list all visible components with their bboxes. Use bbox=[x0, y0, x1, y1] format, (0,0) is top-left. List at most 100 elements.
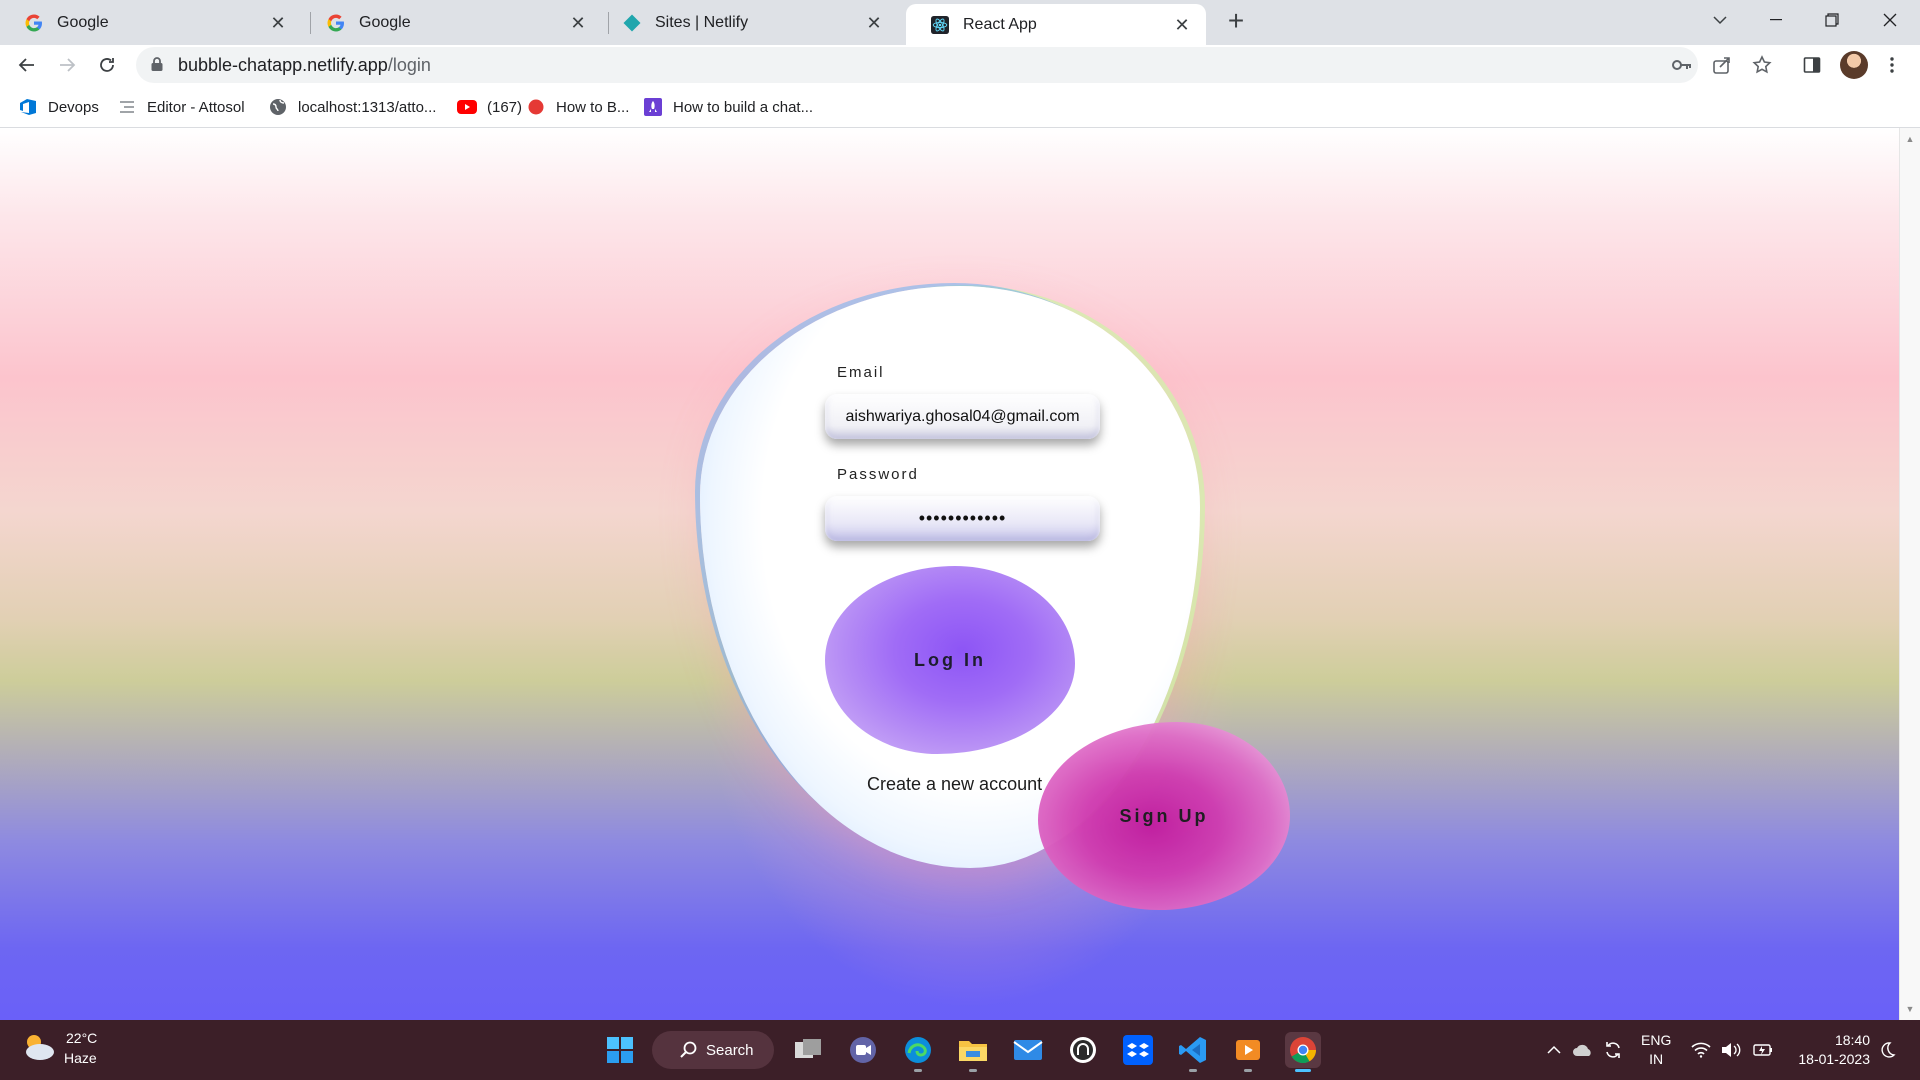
close-icon[interactable]: ✕ bbox=[864, 13, 884, 33]
windows-start-icon[interactable] bbox=[602, 1032, 638, 1068]
browser-toolbar: bubble-chatapp.netlify.app/login bbox=[0, 45, 1920, 85]
bookmark-star-icon[interactable] bbox=[1750, 53, 1774, 77]
weather-condition: Haze bbox=[64, 1050, 97, 1066]
windows-taskbar: 22°C Haze Search ENG IN 18:40 18-01-2023 bbox=[0, 1020, 1920, 1080]
close-icon[interactable]: ✕ bbox=[568, 13, 588, 33]
lang-top: ENG bbox=[1641, 1032, 1672, 1048]
close-icon[interactable]: ✕ bbox=[268, 13, 288, 33]
bookmark-label: localhost:1313/atto... bbox=[298, 98, 437, 116]
clock-time: 18:40 bbox=[1834, 1032, 1870, 1048]
weather-widget[interactable]: 22°C Haze bbox=[20, 1030, 97, 1066]
url-text: bubble-chatapp.netlify.app/login bbox=[178, 55, 431, 76]
tab-react-app[interactable]: React App ✕ bbox=[906, 4, 1206, 45]
bookmark-label: (167) bbox=[487, 98, 523, 116]
close-icon[interactable]: ✕ bbox=[1172, 15, 1192, 35]
more-menu-icon[interactable] bbox=[1880, 53, 1904, 77]
bookmark-label: How to B... bbox=[556, 98, 630, 116]
signup-button-label: Sign Up bbox=[1119, 805, 1209, 826]
file-explorer-icon[interactable] bbox=[955, 1032, 991, 1072]
tab-google-1[interactable]: Google ✕ bbox=[0, 0, 302, 45]
create-account-link[interactable]: Create a new account bbox=[867, 774, 1042, 795]
tab-title: Google bbox=[57, 13, 109, 31]
running-indicator bbox=[1189, 1069, 1197, 1072]
side-panel-icon[interactable] bbox=[1800, 53, 1824, 77]
clock[interactable]: 18:40 18-01-2023 bbox=[1790, 1031, 1870, 1069]
battery-icon[interactable] bbox=[1752, 1039, 1774, 1061]
running-indicator bbox=[969, 1069, 977, 1072]
globe-icon bbox=[268, 97, 288, 117]
lock-icon[interactable] bbox=[150, 56, 164, 77]
bookmarks-bar: Devops Editor - Attosol localhost:1313/a… bbox=[0, 85, 1920, 128]
media-player-icon[interactable] bbox=[1230, 1032, 1266, 1072]
bookmark-localhost[interactable]: localhost:1313/atto... bbox=[268, 95, 436, 119]
bookmark-devops[interactable]: Devops bbox=[18, 95, 99, 119]
scroll-down-icon[interactable]: ▼ bbox=[1905, 1004, 1915, 1014]
profile-avatar[interactable] bbox=[1840, 51, 1868, 79]
email-field[interactable] bbox=[825, 394, 1100, 439]
tab-netlify[interactable]: Sites | Netlify ✕ bbox=[598, 0, 898, 45]
red-dot-icon bbox=[526, 97, 546, 117]
address-bar[interactable]: bubble-chatapp.netlify.app/login bbox=[136, 47, 1772, 83]
language-indicator[interactable]: ENG IN bbox=[1641, 1031, 1671, 1069]
url-host: bubble-chatapp.netlify.app bbox=[178, 55, 388, 75]
dropbox-icon[interactable] bbox=[1120, 1032, 1156, 1068]
weather-sun-cloud-icon bbox=[26, 1035, 54, 1060]
notification-icon[interactable] bbox=[1876, 1039, 1898, 1061]
bookmark-label: Devops bbox=[48, 98, 99, 116]
tab-strip: Google ✕ Google ✕ Sites | Netlify ✕ Reac… bbox=[0, 0, 1920, 45]
taskbar-search[interactable]: Search bbox=[652, 1031, 774, 1069]
running-indicator bbox=[914, 1069, 922, 1072]
password-field[interactable] bbox=[825, 496, 1100, 541]
active-indicator bbox=[1295, 1069, 1311, 1072]
chrome-icon[interactable] bbox=[1285, 1032, 1321, 1072]
github-desktop-icon[interactable] bbox=[1065, 1032, 1101, 1068]
back-icon[interactable] bbox=[11, 49, 43, 81]
running-indicator bbox=[1244, 1069, 1252, 1072]
react-icon bbox=[931, 15, 949, 34]
teams-chat-icon[interactable] bbox=[845, 1032, 881, 1068]
task-view-icon[interactable] bbox=[790, 1032, 826, 1068]
volume-icon[interactable] bbox=[1720, 1039, 1742, 1061]
restore-icon[interactable] bbox=[1804, 0, 1860, 40]
new-tab-button[interactable]: + bbox=[1220, 6, 1252, 38]
mail-icon[interactable] bbox=[1010, 1032, 1046, 1068]
share-icon[interactable] bbox=[1710, 53, 1734, 77]
page-scrollbar[interactable]: ▲ ▼ bbox=[1899, 128, 1920, 1020]
tab-title: React App bbox=[963, 15, 1037, 33]
sync-icon[interactable] bbox=[1602, 1039, 1624, 1061]
reload-icon[interactable] bbox=[91, 49, 123, 81]
tab-search-icon[interactable] bbox=[1692, 0, 1748, 40]
list-icon bbox=[117, 97, 137, 117]
close-window-icon[interactable] bbox=[1862, 0, 1918, 40]
email-label: Email bbox=[837, 364, 885, 381]
azure-devops-icon bbox=[18, 97, 38, 117]
clock-date: 18-01-2023 bbox=[1798, 1051, 1870, 1067]
key-icon[interactable] bbox=[1670, 53, 1694, 77]
google-icon bbox=[25, 14, 43, 32]
show-hidden-icons[interactable] bbox=[1543, 1039, 1565, 1061]
tab-title: Google bbox=[359, 13, 411, 31]
scroll-up-icon[interactable]: ▲ bbox=[1905, 134, 1915, 144]
bookmark-label: How to build a chat... bbox=[673, 98, 814, 116]
google-icon bbox=[327, 14, 345, 32]
bookmark-youtube[interactable]: (167) bbox=[457, 95, 522, 119]
weather-temp: 22°C bbox=[66, 1030, 98, 1046]
password-label: Password bbox=[837, 466, 919, 483]
tab-google-2[interactable]: Google ✕ bbox=[302, 0, 602, 45]
bookmark-how-to-build-chat[interactable]: How to build a chat... bbox=[643, 95, 813, 119]
search-icon bbox=[680, 1041, 698, 1059]
onedrive-icon[interactable] bbox=[1572, 1039, 1594, 1061]
bookmark-editor-attosol[interactable]: Editor - Attosol bbox=[117, 95, 245, 119]
url-path: /login bbox=[387, 55, 431, 75]
tab-title: Sites | Netlify bbox=[655, 13, 749, 31]
vscode-icon[interactable] bbox=[1175, 1032, 1211, 1072]
login-button-label: Log In bbox=[914, 649, 986, 670]
bookmark-how-to-b[interactable]: How to B... bbox=[526, 95, 629, 119]
wifi-icon[interactable] bbox=[1690, 1039, 1712, 1061]
edge-icon[interactable] bbox=[900, 1032, 936, 1072]
forward-icon[interactable] bbox=[51, 49, 83, 81]
netlify-icon bbox=[623, 14, 641, 32]
lang-bottom: IN bbox=[1649, 1051, 1664, 1067]
minimize-icon[interactable] bbox=[1748, 0, 1804, 40]
search-label: Search bbox=[706, 1041, 754, 1059]
